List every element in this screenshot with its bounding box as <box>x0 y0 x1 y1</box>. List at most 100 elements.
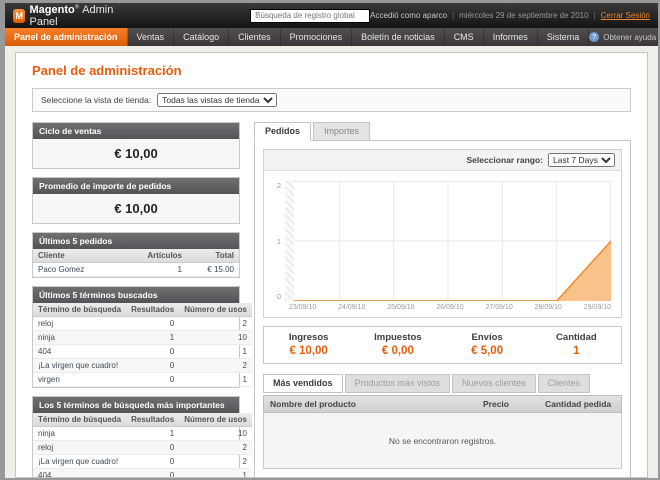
col-termino: Término de búsqueda <box>33 303 126 317</box>
range-bar: Seleccionar rango: Last 7 Days <box>264 150 621 171</box>
logout-link[interactable]: Cerrar Sesión <box>601 11 650 20</box>
nav-item-dashboard[interactable]: Panel de administración <box>5 28 128 46</box>
col-total: Total <box>187 249 239 263</box>
content-box: Panel de administración Seleccione la vi… <box>15 52 648 478</box>
magento-logo-icon: M <box>13 9 25 23</box>
nav-item-clientes[interactable]: Clientes <box>229 28 281 46</box>
search-term-link[interactable]: virgen <box>33 373 126 387</box>
store-view-switcher: Seleccione la vista de tienda: Todas las… <box>32 88 631 112</box>
search-results: 0 <box>126 317 179 331</box>
tab-clientes[interactable]: Clientes <box>538 374 591 393</box>
x-tick-label: 25/09/10 <box>387 304 414 311</box>
products-empty-message: No se encontraron registros. <box>263 413 622 469</box>
search-term-link[interactable]: ¡La virgen que cuadro! <box>33 455 126 469</box>
nav-item-sistema[interactable]: Sistema <box>538 28 590 46</box>
col-usos: Número de usos <box>179 413 252 427</box>
search-term-link[interactable]: 404 <box>33 469 126 479</box>
search-results: 0 <box>126 359 179 373</box>
order-total: € 15.00 <box>187 263 239 277</box>
logged-in-as: Accedió como aparco <box>370 11 447 20</box>
total-cantidad: Cantidad 1 <box>532 332 621 357</box>
search-term-link[interactable]: ¡La virgen que cuadro! <box>33 359 126 373</box>
tab-productos-mas-vistos[interactable]: Productos más vistos <box>345 374 451 393</box>
total-value: € 5,00 <box>443 345 532 357</box>
tab-nuevos-clientes[interactable]: Nuevos clientes <box>452 374 536 393</box>
panel-lifetime-sales: Ciclo de ventas € 10,00 <box>32 122 240 169</box>
order-row[interactable]: Paco Gomez 1 € 15.00 <box>33 263 239 277</box>
last-search-table: Término de búsqueda Resultados Número de… <box>33 303 252 387</box>
search-term-row: ninja 1 10 <box>33 427 252 441</box>
panel-title: Promedio de importe de pedidos <box>33 178 239 194</box>
search-uses: 2 <box>179 317 252 331</box>
search-term-link[interactable]: ninja <box>33 331 126 345</box>
col-resultados: Resultados <box>126 413 179 427</box>
lifetime-sales-value: € 10,00 <box>33 139 239 168</box>
store-view-label: Seleccione la vista de tienda: <box>41 95 151 105</box>
header-bar: M Magento®Admin Panel Accedió como aparc… <box>5 3 658 28</box>
totals-bar: Ingresos € 10,00 Impuestos € 0,00 Envíos… <box>263 326 622 364</box>
right-column: Pedidos Importes Seleccionar rango: Last… <box>254 122 631 478</box>
search-uses: 1 <box>179 345 252 359</box>
orders-amounts-tabs: Pedidos Importes <box>254 122 631 141</box>
search-term-row: reloj 0 2 <box>33 441 252 455</box>
nav-item-promociones[interactable]: Promociones <box>281 28 353 46</box>
tab-mas-vendidos[interactable]: Más vendidos <box>263 374 343 393</box>
search-term-row: 404 0 1 <box>33 345 252 359</box>
nav-item-informes[interactable]: Informes <box>484 28 538 46</box>
search-uses: 10 <box>179 427 252 441</box>
col-termino: Término de búsqueda <box>33 413 126 427</box>
order-items: 1 <box>142 263 187 277</box>
header-user-info: Accedió como aparco | miércoles 29 de se… <box>370 11 650 20</box>
total-ingresos: Ingresos € 10,00 <box>264 332 353 357</box>
total-value: € 0,00 <box>353 345 442 357</box>
panel-last-5-search-terms: Últimos 5 términos buscados Término de b… <box>32 286 240 388</box>
nav-item-catalogo[interactable]: Catálogo <box>174 28 229 46</box>
nav-item-boletin[interactable]: Boletín de noticias <box>352 28 445 46</box>
orders-panel: Seleccionar rango: Last 7 Days 2 1 0 <box>254 140 631 478</box>
top-search-table: Término de búsqueda Resultados Número de… <box>33 413 252 478</box>
last-orders-table: Cliente Artículos Total Paco Gomez 1 € 1… <box>33 249 239 277</box>
tab-pedidos[interactable]: Pedidos <box>254 122 311 141</box>
product-report-tabs: Más vendidos Productos más vistos Nuevos… <box>263 374 622 393</box>
range-select[interactable]: Last 7 Days <box>548 153 615 167</box>
x-tick-label: 29/09/10 <box>584 304 611 311</box>
search-results: 0 <box>126 373 179 387</box>
nav-item-cms[interactable]: CMS <box>445 28 484 46</box>
search-uses: 2 <box>179 359 252 373</box>
total-envios: Envíos € 5,00 <box>443 332 532 357</box>
search-term-link[interactable]: 404 <box>33 345 126 359</box>
nav-item-ventas[interactable]: Ventas <box>128 28 175 46</box>
range-label: Seleccionar rango: <box>466 155 543 165</box>
x-tick-label: 27/09/10 <box>486 304 513 311</box>
search-term-link[interactable]: reloj <box>33 441 126 455</box>
total-value: 1 <box>532 345 621 357</box>
separator: | <box>594 11 596 20</box>
help-link[interactable]: ? Obtener ayuda para esta página <box>589 28 658 46</box>
search-results: 0 <box>126 345 179 359</box>
x-tick-label: 24/09/10 <box>338 304 365 311</box>
left-column: Ciclo de ventas € 10,00 Promedio de impo… <box>32 122 240 478</box>
col-nombre-producto: Nombre del producto <box>264 396 477 412</box>
search-term-row: virgen 0 1 <box>33 373 252 387</box>
search-term-link[interactable]: reloj <box>33 317 126 331</box>
panel-title: Últimos 5 términos buscados <box>33 287 239 303</box>
tab-importes[interactable]: Importes <box>313 122 370 141</box>
global-search-input[interactable] <box>250 9 370 23</box>
panel-average-orders: Promedio de importe de pedidos € 10,00 <box>32 177 240 224</box>
search-term-link[interactable]: ninja <box>33 427 126 441</box>
orders-chart-box: Seleccionar rango: Last 7 Days 2 1 0 <box>263 149 622 318</box>
col-cantidad-pedida: Cantidad pedida <box>539 396 621 412</box>
separator: | <box>452 11 454 20</box>
magento-logo: M Magento®Admin Panel <box>13 4 132 28</box>
total-impuestos: Impuestos € 0,00 <box>353 332 442 357</box>
chart-x-axis: 23/09/10 24/09/10 25/09/10 26/09/10 27/0… <box>264 301 621 317</box>
products-table-header: Nombre del producto Precio Cantidad pedi… <box>263 395 622 413</box>
search-uses: 2 <box>179 455 252 469</box>
search-term-row: 404 0 1 <box>33 469 252 479</box>
header-date: miércoles 29 de septiembre de 2010 <box>459 11 588 20</box>
store-view-select[interactable]: Todas las vistas de tienda <box>157 93 277 107</box>
panel-title: Los 5 términos de búsqueda más important… <box>33 397 239 413</box>
content-background: Panel de administración Seleccione la vi… <box>5 46 658 478</box>
main-nav: Panel de administración Ventas Catálogo … <box>5 28 658 46</box>
search-uses: 1 <box>179 469 252 479</box>
